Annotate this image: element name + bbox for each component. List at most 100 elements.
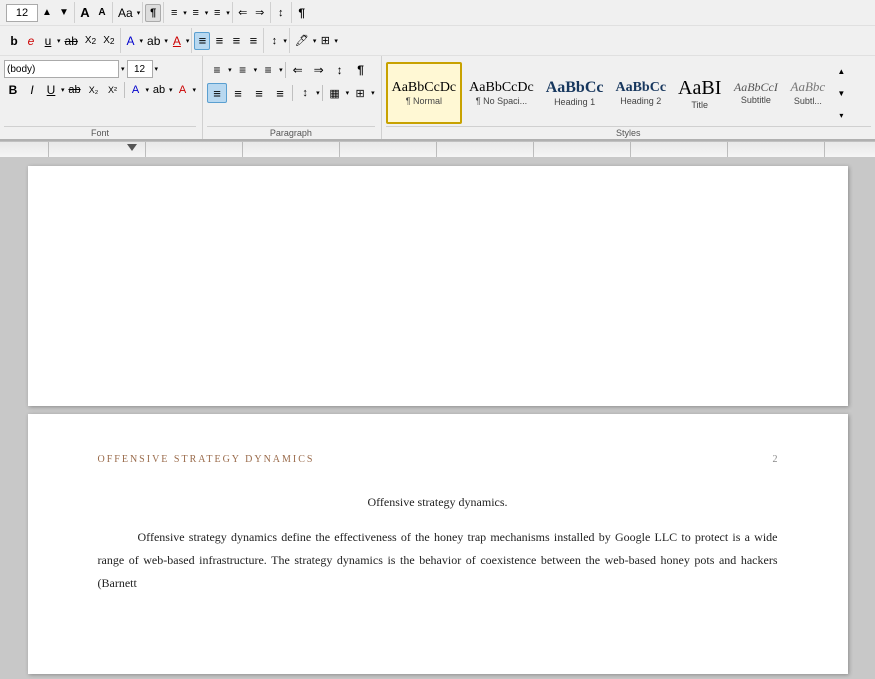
justify-btn2[interactable]: ≡ xyxy=(270,83,290,103)
border-btn2[interactable]: ⊞ xyxy=(350,83,370,103)
para-mark-btn2[interactable]: ¶ xyxy=(351,60,371,80)
styles-scroll-down-btn[interactable]: ▼ xyxy=(833,84,849,102)
highlight-btn[interactable]: ab xyxy=(144,32,163,50)
font-group-label: Font xyxy=(4,126,196,139)
sh-chevron: ▾ xyxy=(346,89,350,97)
multilevel-btn2[interactable]: ≡ xyxy=(258,60,278,80)
justify-btn[interactable]: ≡ xyxy=(245,32,261,50)
font-name-input[interactable] xyxy=(4,60,119,78)
font-color-btn2[interactable]: A xyxy=(174,81,192,99)
ruler xyxy=(0,142,875,158)
font-name-chevron: ▾ xyxy=(121,65,125,73)
text-effects-btn[interactable]: A xyxy=(123,32,139,50)
underline-btn[interactable]: u xyxy=(40,32,56,50)
highlight-chevron: ▾ xyxy=(164,37,168,45)
ribbon: 12 ▲ ▼ A A Aa ▾ ¶ ≡ ▾ ≡ ▾ ≡ ▾ xyxy=(0,0,875,142)
bl-chevron: ▾ xyxy=(228,66,232,74)
styles-scroll-up-btn[interactable]: ▲ xyxy=(833,62,849,80)
underline-btn2[interactable]: U xyxy=(42,81,60,99)
increase-indent-btn[interactable]: ⇒ xyxy=(252,4,268,22)
style-title-preview: AaBI xyxy=(678,77,721,99)
italic-btn[interactable]: e xyxy=(23,32,39,50)
shading-btn[interactable]: 🖊 xyxy=(292,32,312,50)
line-spacing-btn[interactable]: ↕ xyxy=(266,32,282,50)
shading-chevron: ▾ xyxy=(313,37,317,45)
style-normal-btn[interactable]: AaBbCcDc ¶ Normal xyxy=(386,62,463,124)
styles-group-label: Styles xyxy=(386,126,871,139)
page2-body[interactable]: Offensive strategy dynamics define the e… xyxy=(98,526,778,594)
decrease-indent-btn2[interactable]: ⇐ xyxy=(288,60,308,80)
numbered-list-btn[interactable]: ≡ xyxy=(188,4,204,22)
font-size-input[interactable]: 12 xyxy=(6,4,38,22)
align-center-btn2[interactable]: ≡ xyxy=(228,83,248,103)
ls-chevron: ▾ xyxy=(316,89,320,97)
align-right-btn2[interactable]: ≡ xyxy=(249,83,269,103)
ruler-indent-marker xyxy=(127,144,137,151)
text-effects-btn2[interactable]: A xyxy=(127,81,145,99)
font-size-down-btn[interactable]: ▼ xyxy=(56,4,72,22)
grow-font-btn[interactable]: A xyxy=(77,4,93,22)
style-normal-label: ¶ Normal xyxy=(406,96,442,106)
increase-indent-btn2[interactable]: ⇒ xyxy=(309,60,329,80)
page-1 xyxy=(28,166,848,406)
superscript-btn2[interactable]: X² xyxy=(104,81,122,99)
bold-btn2[interactable]: B xyxy=(4,81,22,99)
style-nospacing-btn[interactable]: AaBbCcDc ¶ No Spaci... xyxy=(464,62,539,124)
font-name-row: ▾ ▾ xyxy=(4,60,196,78)
bold-italic-group: b e u ▾ ab X2 X2 xyxy=(4,28,121,53)
italic-btn2[interactable]: I xyxy=(23,81,41,99)
line-spacing-btn2[interactable]: ↕ xyxy=(295,83,315,103)
style-heading2-btn[interactable]: AaBbCc Heading 2 xyxy=(610,62,671,124)
shrink-font-btn[interactable]: A xyxy=(94,4,110,22)
multilevel-list-btn[interactable]: ≡ xyxy=(209,4,225,22)
align-right-btn[interactable]: ≡ xyxy=(228,32,244,50)
show-formatting-btn[interactable]: ¶ xyxy=(145,4,161,22)
bullet-list-btn[interactable]: ≡ xyxy=(166,4,182,22)
change-case-chevron: ▾ xyxy=(137,9,141,17)
style-title-btn[interactable]: AaBI Title xyxy=(673,62,726,124)
bullet-list-btn2[interactable]: ≡ xyxy=(207,60,227,80)
superscript-btn[interactable]: X2 xyxy=(100,32,117,50)
style-heading1-btn[interactable]: AaBbCc Heading 1 xyxy=(541,62,609,124)
font-size-input2[interactable] xyxy=(127,60,153,78)
ribbon-top-rows: 12 ▲ ▼ A A Aa ▾ ¶ ≡ ▾ ≡ ▾ ≡ ▾ xyxy=(0,0,875,56)
font-size-up-btn[interactable]: ▲ xyxy=(39,4,55,22)
font-size-group: 12 ▲ ▼ xyxy=(4,2,75,23)
sort-btn[interactable]: ↕ xyxy=(273,4,289,22)
subscript-btn2[interactable]: X₂ xyxy=(85,81,103,99)
fc-chevron: ▾ xyxy=(193,86,197,94)
font-color-btn[interactable]: A xyxy=(169,32,185,50)
te-chevron: ▾ xyxy=(146,86,150,94)
sort-btn2[interactable]: ↕ xyxy=(330,60,350,80)
subscript-btn[interactable]: X2 xyxy=(82,32,99,50)
style-subtle-btn[interactable]: AaBbc Subtl... xyxy=(785,62,830,124)
decrease-indent-btn[interactable]: ⇐ xyxy=(235,4,251,22)
bold-btn[interactable]: b xyxy=(6,32,22,50)
page-2[interactable]: OFFENSIVE STRATEGY DYNAMICS 2 Offensive … xyxy=(28,414,848,674)
highlight-group: A ▾ ab ▾ A ▾ xyxy=(121,28,193,53)
border-chevron: ▾ xyxy=(334,37,338,45)
style-subtitle-btn[interactable]: AaBbCcI Subtitle xyxy=(728,62,783,124)
toolbar-row2: b e u ▾ ab X2 X2 A ▾ ab ▾ A ▾ ≡ ≡ ≡ ≡ xyxy=(0,26,875,56)
page2-doc-title[interactable]: Offensive strategy dynamics. xyxy=(98,495,778,510)
para-mark-btn[interactable]: ¶ xyxy=(294,4,310,22)
strikethrough-btn2[interactable]: ab xyxy=(66,81,84,99)
style-nospacing-preview: AaBbCcDc xyxy=(469,80,534,95)
font-change-group: A A xyxy=(75,2,113,23)
font-format-row: B I U ▾ ab X₂ X² A ▾ ab ▾ A ▾ xyxy=(4,81,196,99)
sep1 xyxy=(124,82,125,98)
styles-more-btn[interactable]: ▾ xyxy=(833,106,849,124)
align-center-btn[interactable]: ≡ xyxy=(211,32,227,50)
highlight-btn2[interactable]: ab xyxy=(150,81,168,99)
border-btn[interactable]: ⊞ xyxy=(317,32,333,50)
shading-btn2[interactable]: ▦ xyxy=(325,83,345,103)
style-subtitle-label: Subtitle xyxy=(741,95,771,105)
ul-chevron: ▾ xyxy=(61,86,65,94)
strikethrough-btn[interactable]: ab xyxy=(62,32,81,50)
ribbon-main: ▾ ▾ B I U ▾ ab X₂ X² A ▾ ab ▾ A ▾ Font xyxy=(0,56,875,141)
change-case-btn[interactable]: Aa xyxy=(115,4,136,22)
numbered-list-btn2[interactable]: ≡ xyxy=(233,60,253,80)
align-left-btn[interactable]: ≡ xyxy=(194,32,210,50)
align-left-btn2[interactable]: ≡ xyxy=(207,83,227,103)
style-subtle-preview: AaBbc xyxy=(791,80,826,94)
